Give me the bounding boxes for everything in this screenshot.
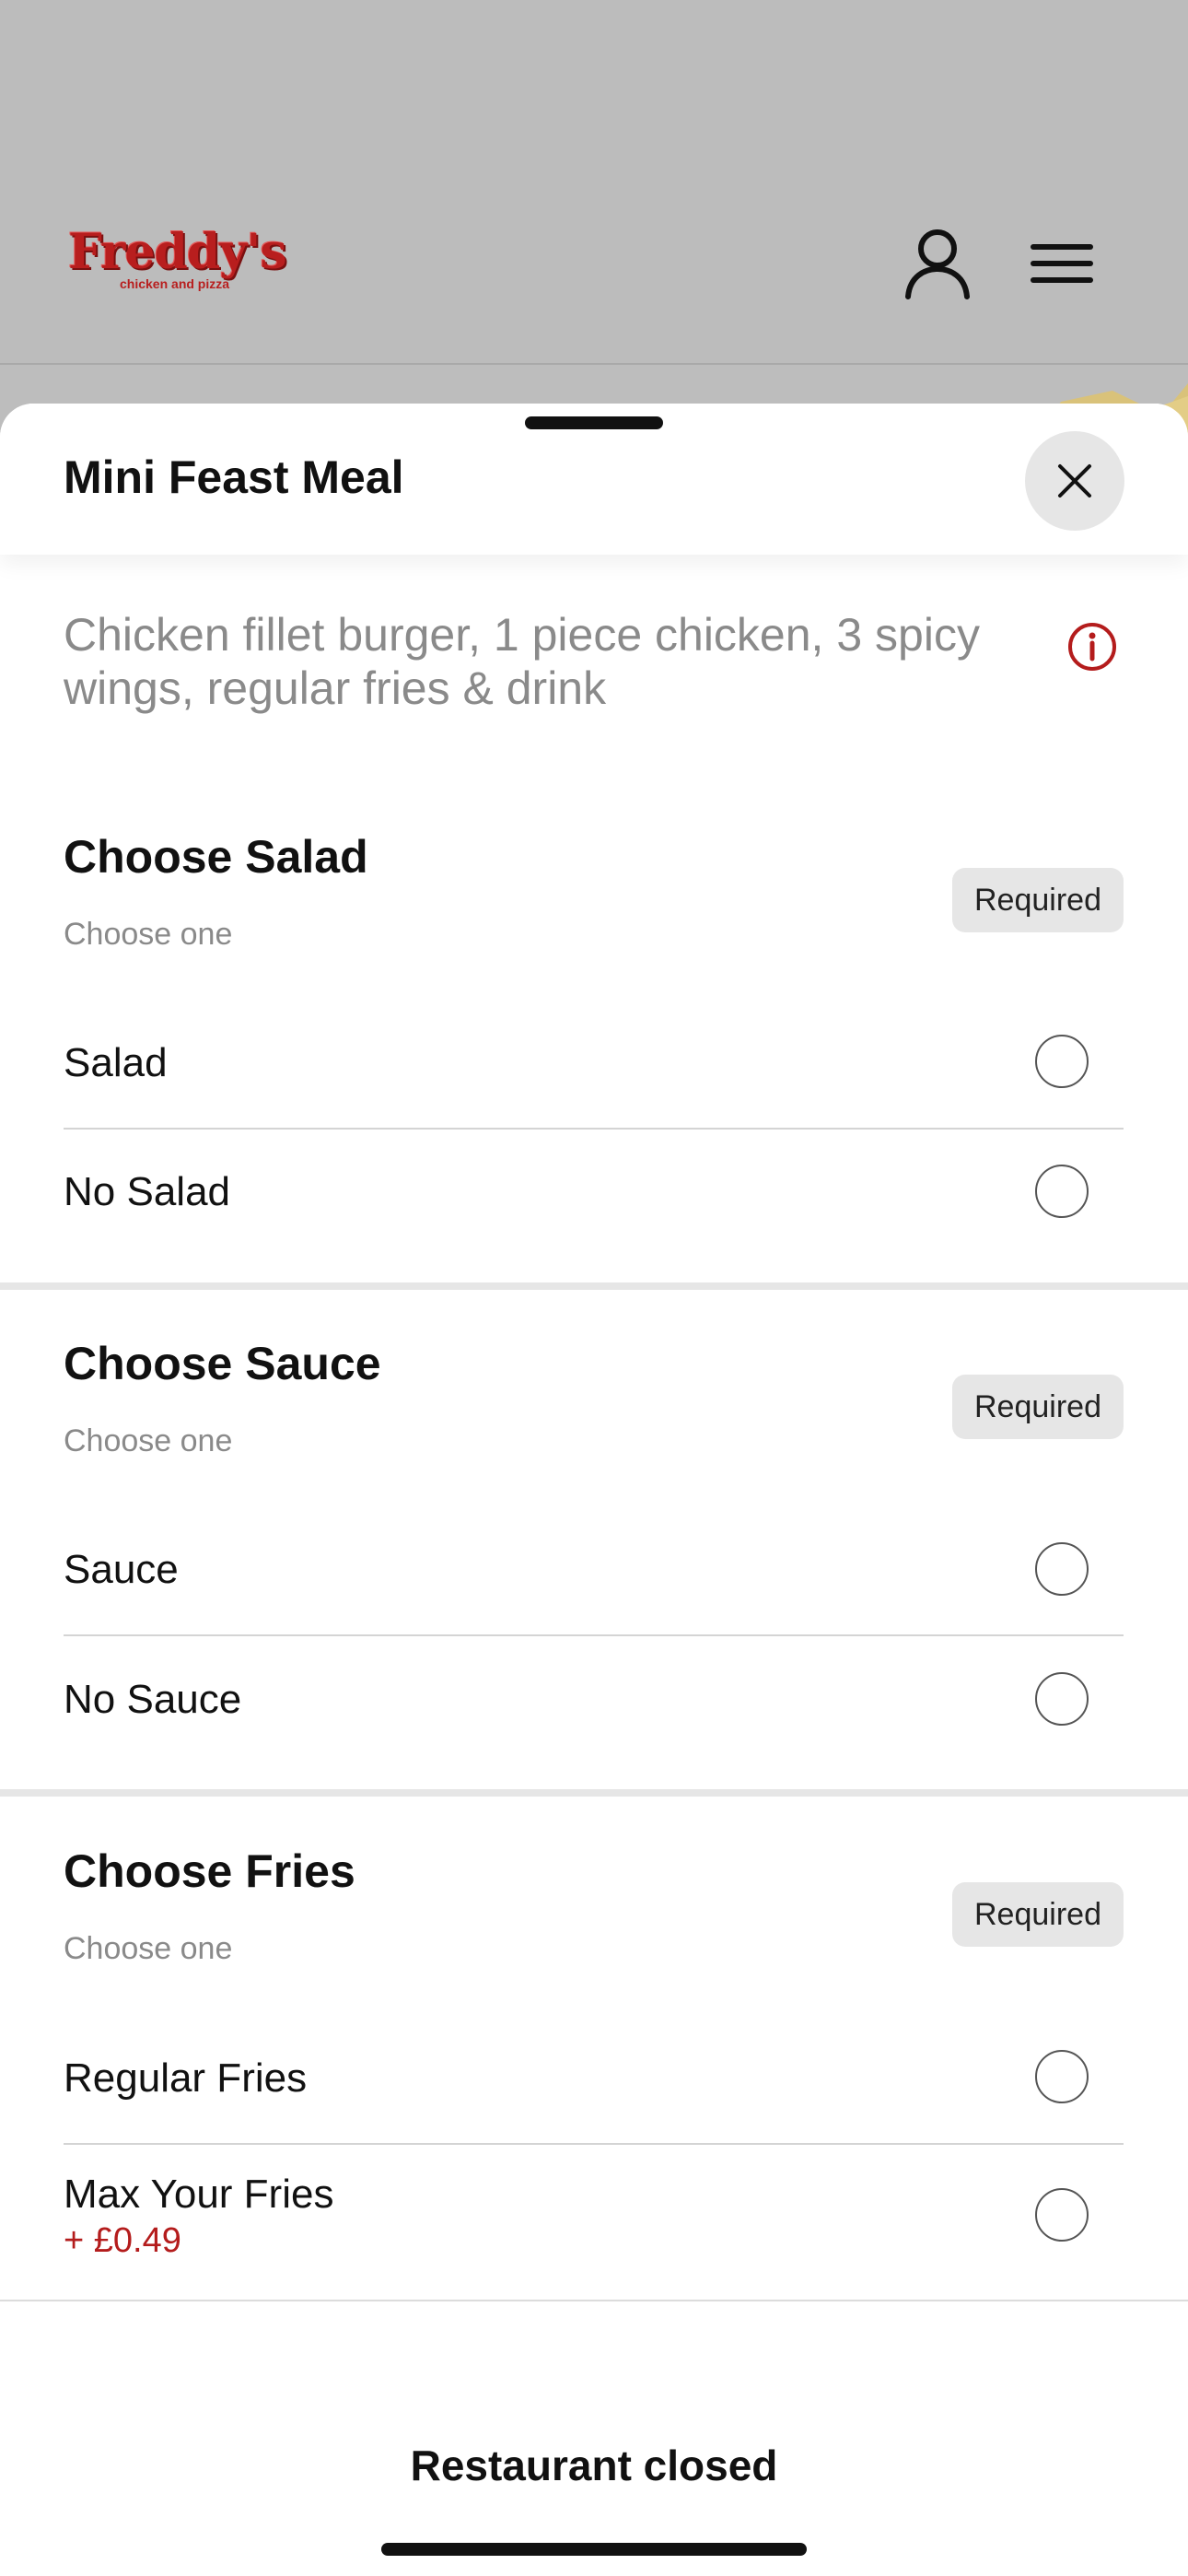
option-label-max-your-fries[interactable]: Max Your Fries xyxy=(64,2171,333,2219)
section-divider xyxy=(0,1789,1188,1797)
sheet-footer: Restaurant closed xyxy=(0,2300,1188,2576)
sheet-grabber-handle[interactable] xyxy=(525,416,663,429)
group-title-salad: Choose Salad xyxy=(64,831,368,883)
item-options-sheet: Mini Feast Meal Chicken fillet burger, 1… xyxy=(0,404,1188,2576)
row-divider xyxy=(64,2143,1124,2145)
group-subtitle-fries: Choose one xyxy=(64,1931,233,1966)
required-badge: Required xyxy=(952,868,1124,932)
logo-text: Freddy's xyxy=(68,224,287,280)
option-price: + £0.49 xyxy=(64,2221,181,2260)
radio-regular-fries[interactable] xyxy=(1035,2050,1089,2103)
group-subtitle-sauce: Choose one xyxy=(64,1423,233,1458)
menu-icon[interactable] xyxy=(1026,227,1100,300)
sheet-header: Mini Feast Meal xyxy=(0,404,1188,555)
user-icon[interactable] xyxy=(901,227,974,300)
section-divider xyxy=(0,1282,1188,1290)
page-header: Freddy's chicken and pizza xyxy=(0,0,1188,365)
brand-logo[interactable]: Freddy's chicken and pizza xyxy=(68,227,287,293)
info-icon[interactable] xyxy=(1066,621,1118,673)
radio-sauce[interactable] xyxy=(1035,1542,1089,1596)
item-description: Chicken fillet burger, 1 piece chicken, … xyxy=(64,609,980,714)
row-divider xyxy=(64,1128,1124,1130)
option-label-no-salad[interactable]: No Salad xyxy=(64,1168,230,1216)
close-button[interactable] xyxy=(1025,431,1124,531)
required-badge: Required xyxy=(952,1375,1124,1439)
sheet-title: Mini Feast Meal xyxy=(64,451,404,503)
close-icon xyxy=(1058,464,1091,498)
radio-no-salad[interactable] xyxy=(1035,1165,1089,1218)
restaurant-closed-status: Restaurant closed xyxy=(410,2441,778,2489)
row-divider xyxy=(64,1634,1124,1636)
group-title-sauce: Choose Sauce xyxy=(64,1338,381,1389)
home-indicator[interactable] xyxy=(381,2543,807,2556)
option-label-no-sauce[interactable]: No Sauce xyxy=(64,1676,241,1724)
logo-subtext: chicken and pizza xyxy=(120,276,230,291)
radio-no-sauce[interactable] xyxy=(1035,1672,1089,1726)
radio-salad[interactable] xyxy=(1035,1035,1089,1088)
required-badge: Required xyxy=(952,1882,1124,1947)
option-label-regular-fries[interactable]: Regular Fries xyxy=(64,2055,307,2102)
option-label-sauce[interactable]: Sauce xyxy=(64,1546,179,1594)
option-label-salad[interactable]: Salad xyxy=(64,1039,168,1087)
radio-max-your-fries[interactable] xyxy=(1035,2188,1089,2242)
group-title-fries: Choose Fries xyxy=(64,1845,355,1897)
group-subtitle-salad: Choose one xyxy=(64,917,233,952)
